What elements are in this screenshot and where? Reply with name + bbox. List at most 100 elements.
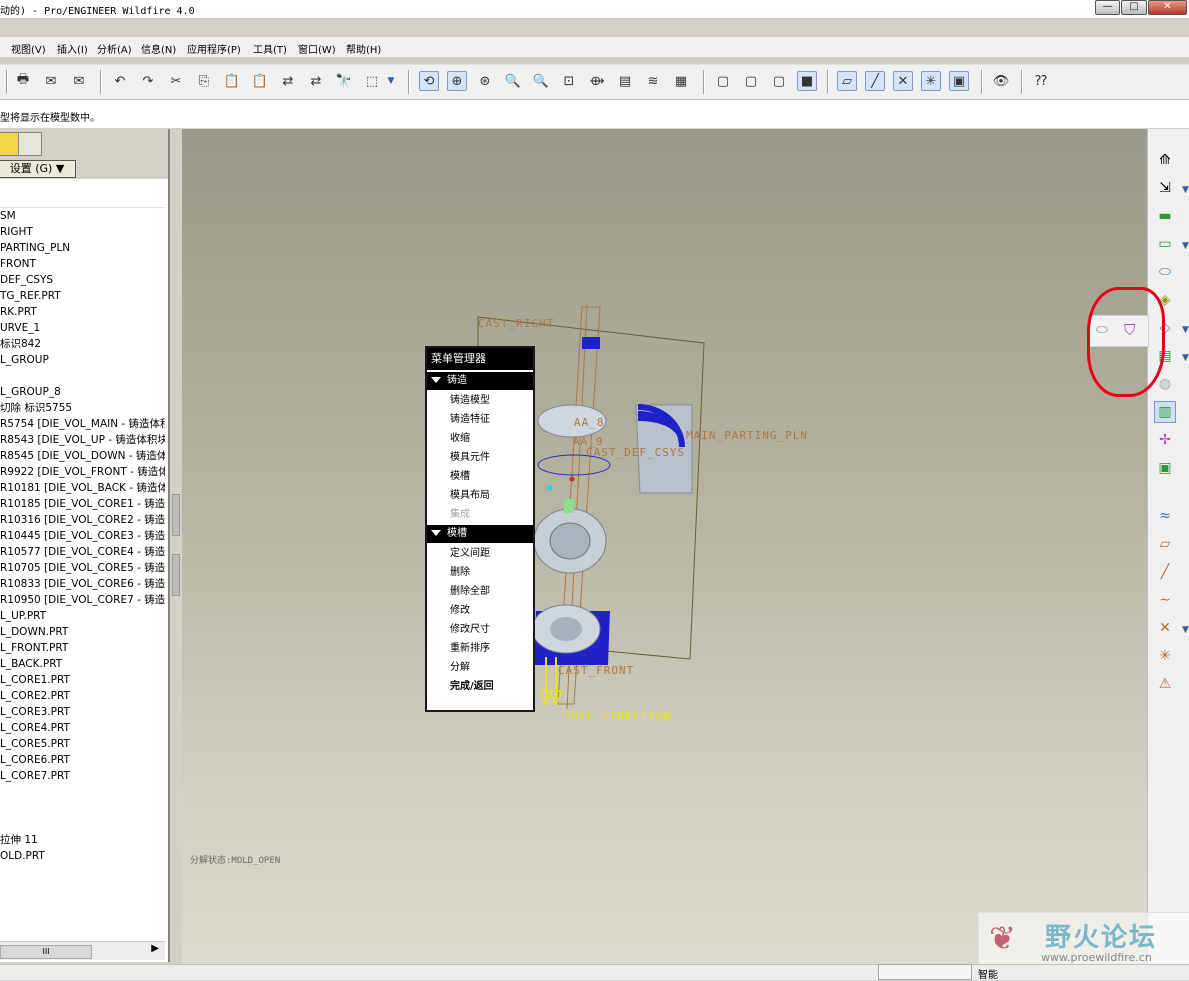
menu-view[interactable]: 视图(V) <box>11 41 46 56</box>
datum-planes-icon[interactable]: ▱ <box>837 71 857 91</box>
coordinate-system-icon[interactable]: ✳ <box>1154 645 1176 667</box>
tree-item[interactable]: L_CORE7.PRT <box>0 768 165 784</box>
email-icon[interactable]: ✉ <box>41 71 61 91</box>
menu-item-done-return[interactable]: 完成/返回 <box>427 676 533 695</box>
datum-axes-icon[interactable]: ╱ <box>865 71 885 91</box>
tree-item[interactable]: PARTING_PLN <box>0 240 165 256</box>
tree-item[interactable] <box>0 784 165 800</box>
view-manager-icon[interactable]: ▦ <box>671 71 691 91</box>
sketch-icon[interactable]: ≈ <box>1154 505 1176 527</box>
tree-item[interactable]: R10577 [DIE_VOL_CORE4 - 铸造体积 <box>0 544 165 560</box>
dropdown-arrow-icon[interactable]: ▼ <box>1182 353 1189 363</box>
menu-item-shrinkage[interactable]: 收缩 <box>427 428 533 447</box>
csys-icon[interactable]: ✳ <box>921 71 941 91</box>
menu-item-delete-all[interactable]: 删除全部 <box>427 581 533 600</box>
tree-item[interactable]: L_UP.PRT <box>0 608 165 624</box>
tree-item[interactable]: R10445 [DIE_VOL_CORE3 - 铸造体积 <box>0 528 165 544</box>
tree-item[interactable]: R10185 [DIE_VOL_CORE1 - 铸造体积 <box>0 496 165 512</box>
tree-item[interactable]: FRONT <box>0 256 165 272</box>
tree-item[interactable] <box>0 800 165 816</box>
tree-item[interactable] <box>0 368 165 384</box>
tree-item[interactable]: L_CORE3.PRT <box>0 704 165 720</box>
tree-item[interactable]: L_CORE1.PRT <box>0 672 165 688</box>
tree-item[interactable]: 切除 标识5755 <box>0 400 165 416</box>
close-button[interactable]: ✕ <box>1147 0 1187 15</box>
tree-item[interactable]: L_GROUP_8 <box>0 384 165 400</box>
tree-item[interactable]: R9922 [DIE_VOL_FRONT - 铸造体 <box>0 464 165 480</box>
shrinkage-icon[interactable]: ⇲ <box>1154 177 1176 199</box>
scrollbar-thumb[interactable]: III <box>0 945 92 959</box>
dropdown-arrow-icon[interactable]: ▼ <box>1182 185 1189 195</box>
tree-item[interactable]: L_CORE4.PRT <box>0 720 165 736</box>
zoom-in-icon[interactable]: 🔍 <box>503 71 523 91</box>
menu-window[interactable]: 窗口(W) <box>298 41 336 56</box>
zoom-out-icon[interactable]: 🔍 <box>531 71 551 91</box>
email-link-icon[interactable]: ✉ <box>69 71 89 91</box>
menu-applications[interactable]: 应用程序(P) <box>187 41 241 56</box>
tree-item[interactable]: R5754 [DIE_VOL_MAIN - 铸造体积 <box>0 416 165 432</box>
context-help-icon[interactable]: ⁇ <box>1031 71 1051 91</box>
saved-views-icon[interactable]: ▤ <box>615 71 635 91</box>
tree-item[interactable]: L_FRONT.PRT <box>0 640 165 656</box>
dropdown-arrow-icon[interactable]: ▼ <box>1182 325 1189 335</box>
datum-points-icon[interactable]: ✕ <box>893 71 913 91</box>
redraw-icon[interactable]: ⟲ <box>419 71 439 91</box>
menu-help[interactable]: 帮助(H) <box>346 41 381 56</box>
settings-dropdown[interactable]: 设置 (G) ▼ <box>0 160 76 178</box>
tree-item[interactable]: R10181 [DIE_VOL_BACK - 铸造体积 <box>0 480 165 496</box>
tree-item[interactable]: R8543 [DIE_VOL_UP - 铸造体积块] <box>0 432 165 448</box>
regenerate-icon[interactable]: ⇄ <box>278 71 298 91</box>
wireframe-icon[interactable]: ▢ <box>713 71 733 91</box>
tree-item[interactable]: L_GROUP <box>0 352 165 368</box>
tree-item[interactable]: RIGHT <box>0 224 165 240</box>
redo-icon[interactable]: ↷ <box>138 71 158 91</box>
regenerate-manager-icon[interactable]: ⇄ <box>306 71 326 91</box>
expand-right-icon[interactable] <box>172 554 180 596</box>
trajectory-icon[interactable]: ✢ <box>1154 429 1176 451</box>
collapse-left-icon[interactable] <box>172 494 180 536</box>
tree-item[interactable] <box>0 816 165 832</box>
workpiece-icon[interactable]: ▬ <box>1154 205 1176 227</box>
find-icon[interactable]: 🔭 <box>334 71 354 91</box>
tree-horizontal-scrollbar[interactable]: III ▶ <box>0 941 165 960</box>
selection-box-icon[interactable]: ⬚ <box>362 71 382 91</box>
menu-item-cast-model[interactable]: 铸造模型 <box>427 390 533 409</box>
tree-item[interactable]: 标识842 <box>0 336 165 352</box>
tree-item[interactable]: L_CORE6.PRT <box>0 752 165 768</box>
menu-item-cavity[interactable]: 模槽 <box>427 466 533 485</box>
tree-item[interactable]: L_DOWN.PRT <box>0 624 165 640</box>
tree-item[interactable]: L_BACK.PRT <box>0 656 165 672</box>
tree-item[interactable]: RK.PRT <box>0 304 165 320</box>
spin-center-icon[interactable]: ⊕ <box>447 71 467 91</box>
tree-item[interactable]: DEF_CSYS <box>0 272 165 288</box>
section-cavity[interactable]: 模槽 <box>427 525 533 543</box>
minimize-button[interactable]: — <box>1095 0 1121 15</box>
menu-item-cast-feature[interactable]: 铸造特征 <box>427 409 533 428</box>
tree-item[interactable]: R10316 [DIE_VOL_CORE2 - 铸造体积 <box>0 512 165 528</box>
tree-item[interactable]: L_CORE5.PRT <box>0 736 165 752</box>
tree-item[interactable]: TG_REF.PRT <box>0 288 165 304</box>
menu-tools[interactable]: 工具(T) <box>253 41 287 56</box>
graphics-window[interactable]: CAST_RIGHT AA_8 AA_9 CAST_DEF_CSYS MAIN_… <box>182 129 1147 964</box>
copy-icon[interactable]: ⎘ <box>194 71 214 91</box>
tree-item[interactable]: SM <box>0 208 165 224</box>
datum-curve-icon[interactable]: ∼ <box>1154 589 1176 611</box>
mold-component-icon[interactable]: ▭ <box>1154 233 1176 255</box>
spin-center-visibility-icon[interactable]: 👁 <box>991 71 1011 91</box>
menu-item-modify[interactable]: 修改 <box>427 600 533 619</box>
no-hidden-icon[interactable]: ▢ <box>769 71 789 91</box>
datum-axis-icon[interactable]: ╱ <box>1154 561 1176 583</box>
menu-item-mold-layout[interactable]: 模具布局 <box>427 485 533 504</box>
pull-direction-icon[interactable]: ⟰ <box>1154 149 1176 171</box>
tree-item[interactable]: URVE_1 <box>0 320 165 336</box>
tree-item[interactable]: OLD.PRT <box>0 848 165 864</box>
menu-item-delete[interactable]: 删除 <box>427 562 533 581</box>
menu-item-modify-dim[interactable]: 修改尺寸 <box>427 619 533 638</box>
tree-item[interactable]: L_CORE2.PRT <box>0 688 165 704</box>
menu-item-explode[interactable]: 分解 <box>427 657 533 676</box>
orient-mode-icon[interactable]: ⊛ <box>475 71 495 91</box>
tree-item[interactable]: 拉伸 11 <box>0 832 165 848</box>
tree-item[interactable]: R10833 [DIE_VOL_CORE6 - 铸造体积 <box>0 576 165 592</box>
scroll-right-arrow-icon[interactable]: ▶ <box>151 943 159 954</box>
folder-tab-icon[interactable] <box>0 132 20 156</box>
